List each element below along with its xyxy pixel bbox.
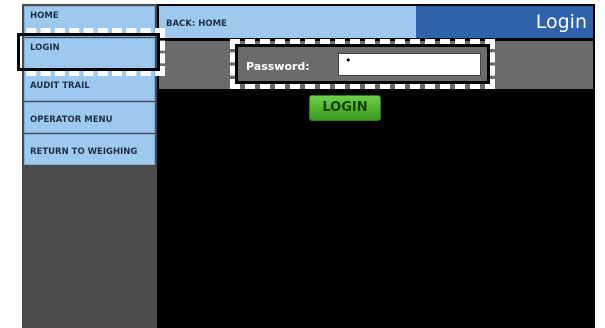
title-bar: Login — [416, 6, 593, 38]
page-title: Login — [535, 11, 587, 33]
login-button[interactable]: LOGIN — [309, 95, 381, 121]
highlight-login-item — [12, 28, 165, 76]
highlight-password-field — [230, 39, 495, 89]
back-home-button[interactable]: BACK: HOME — [159, 6, 416, 38]
sidebar-item-return-to-weighing[interactable]: RETURN TO WEIGHING — [24, 134, 155, 165]
sidebar-item-operator-menu[interactable]: OPERATOR MENU — [24, 102, 155, 133]
